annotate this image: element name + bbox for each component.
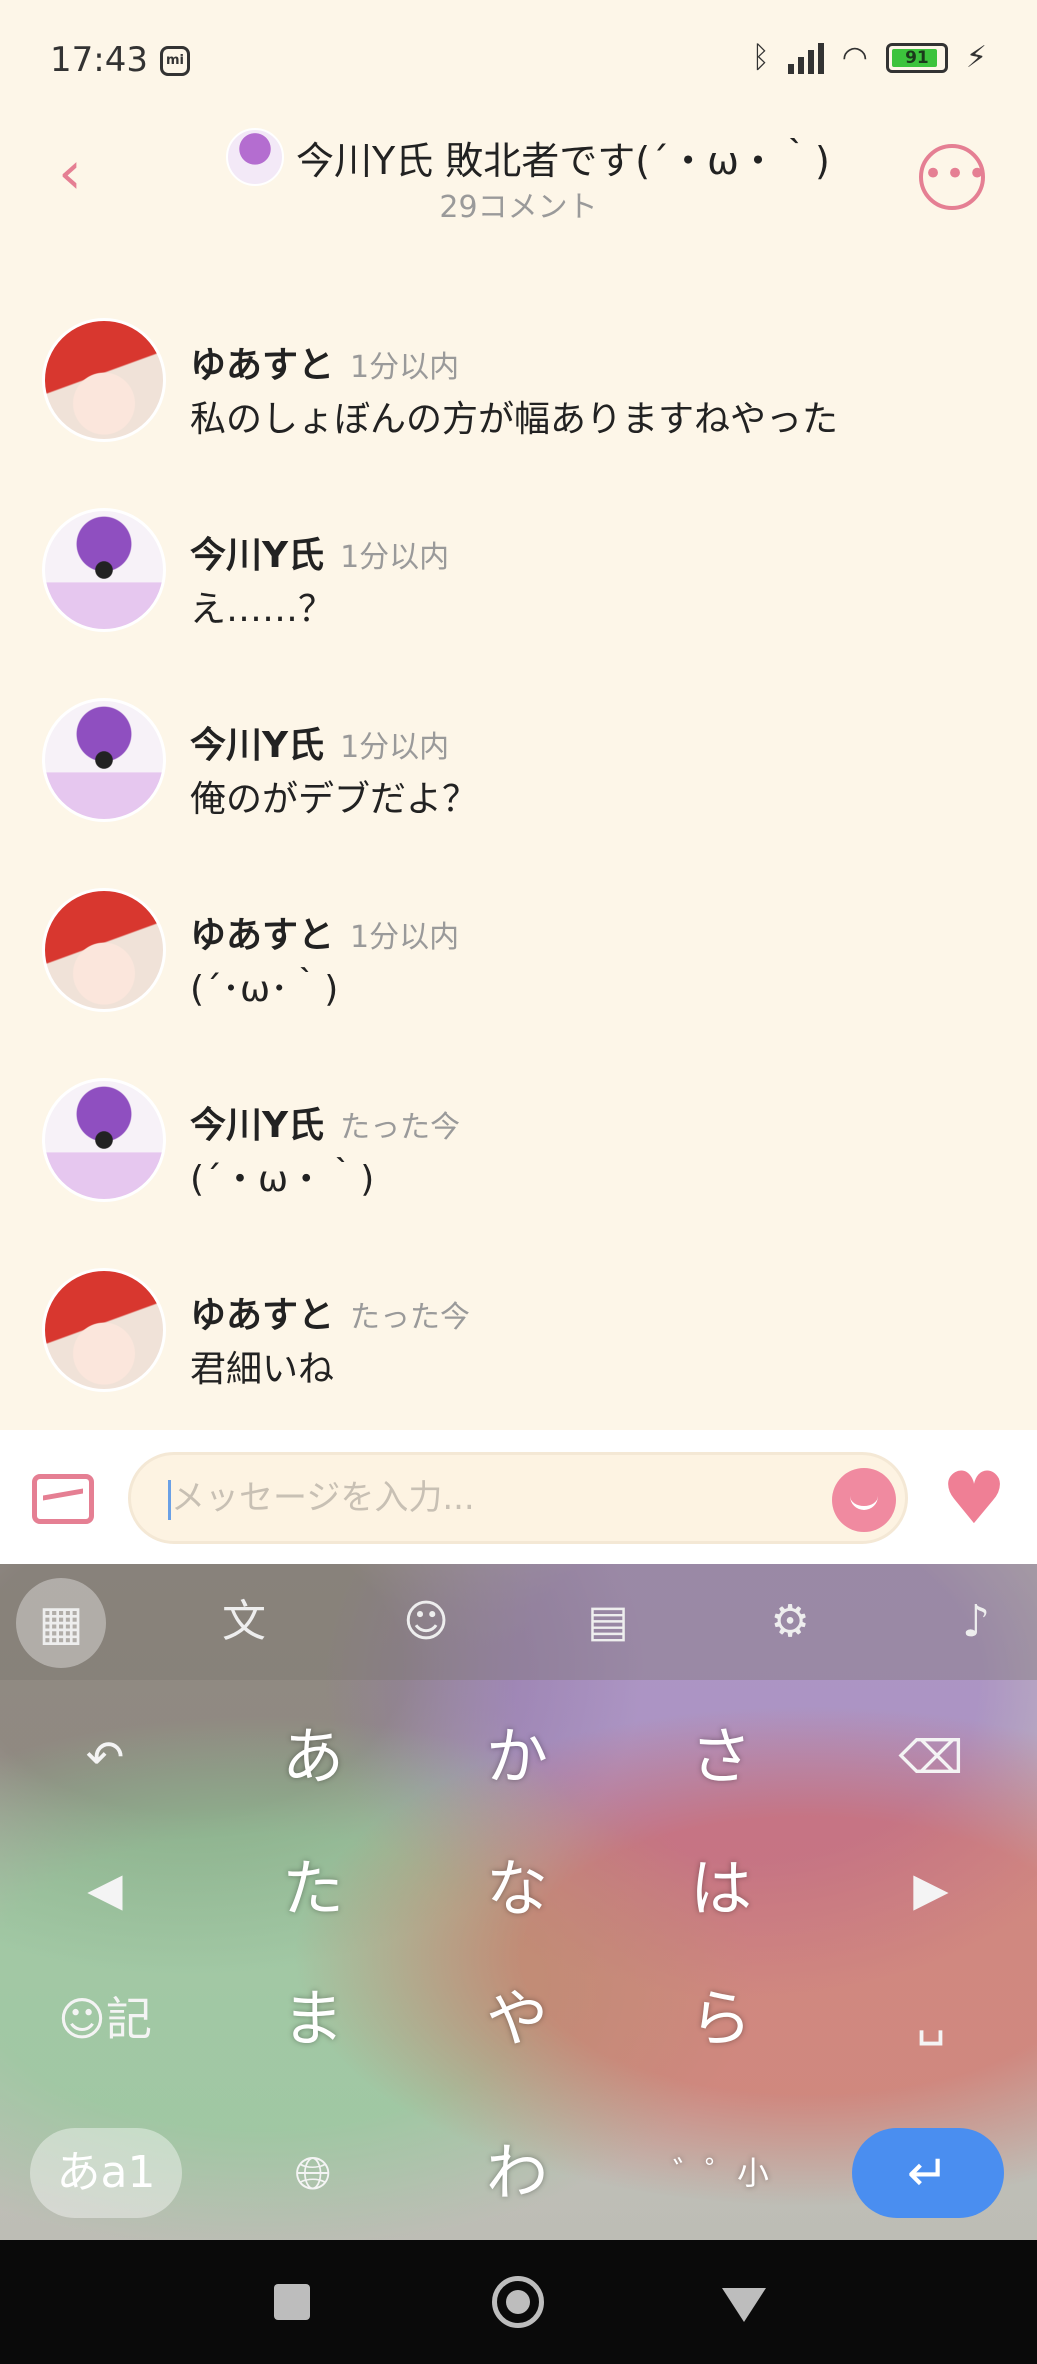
back-icon[interactable]: [722, 2288, 766, 2322]
enter-key[interactable]: ↵: [852, 2128, 1004, 2218]
key-wa[interactable]: わ: [442, 2118, 592, 2228]
home-icon[interactable]: [492, 2276, 544, 2328]
comment-author: ゆあすと 1分以内: [190, 345, 460, 386]
key-a[interactable]: あ: [238, 1702, 388, 1812]
status-bar: 17:43 mi ᛒ ◠ 91 ⚡: [0, 0, 1037, 120]
cursor-left-key[interactable]: ◀: [50, 1834, 160, 1944]
status-icons: ᛒ ◠ 91 ⚡: [752, 40, 987, 75]
key-ka[interactable]: か: [442, 1702, 592, 1812]
avatar[interactable]: [42, 1268, 166, 1392]
comment-time: 1分以内: [340, 540, 450, 575]
chat-header: ‹ 今川Y氏 敗北者です(´・ω・｀) 29コメント •••: [0, 120, 1037, 230]
key-ta[interactable]: た: [238, 1834, 388, 1944]
comment-time: 1分以内: [350, 920, 460, 955]
key-ma[interactable]: ま: [238, 1964, 388, 2074]
translate-icon[interactable]: 文: [214, 1592, 274, 1652]
comment-text: え……？: [190, 589, 335, 630]
grid-icon[interactable]: ▦: [16, 1578, 106, 1668]
delete-key[interactable]: ⌫: [876, 1702, 986, 1812]
battery-level: 91: [905, 47, 929, 68]
bluetooth-icon: ᛒ: [751, 40, 770, 75]
key-ra[interactable]: ら: [646, 1964, 796, 2074]
comment-text: 俺のがデブだよ？: [190, 779, 479, 820]
comment-time: 1分以内: [340, 730, 450, 765]
comment-author: 今川Y氏 1分以内: [190, 725, 450, 766]
avatar[interactable]: [42, 318, 166, 442]
comment-text: (´・ω・｀): [190, 1159, 375, 1200]
key-sa[interactable]: さ: [646, 1702, 796, 1812]
mi-icon: mi: [160, 46, 190, 76]
comment-author: ゆあすと たった今: [190, 1295, 471, 1336]
clipboard-icon[interactable]: ▤: [578, 1592, 638, 1652]
key-ha[interactable]: は: [646, 1834, 796, 1944]
recents-icon[interactable]: [274, 2284, 310, 2320]
list-item: ゆあすと たった今 君細いね: [0, 1260, 1037, 1450]
list-item: 今川Y氏 たった今 (´・ω・｀): [0, 1070, 1037, 1260]
comment-time: たった今: [350, 1300, 471, 1335]
emoji-key[interactable]: ☺記: [50, 1964, 160, 2074]
keyboard-toolbar: ▦ 文 ☺ ▤ ⚙ ♪: [0, 1564, 1037, 1680]
comment-text: (´･ω･｀): [190, 969, 339, 1010]
comment-author: 今川Y氏 1分以内: [190, 535, 450, 576]
mic-icon[interactable]: ♪: [946, 1592, 1006, 1652]
image-icon[interactable]: [32, 1474, 94, 1524]
signal-icon: [787, 42, 824, 74]
comment-text: 私のしょぼんの方が幅ありますねやった: [190, 399, 839, 440]
header-avatar[interactable]: [226, 128, 284, 186]
list-item: ゆあすと 1分以内 (´･ω･｀): [0, 880, 1037, 1070]
avatar[interactable]: [42, 508, 166, 632]
sticker-icon[interactable]: ☺: [396, 1592, 456, 1652]
key-punctuation[interactable]: ゛゜小: [646, 2118, 796, 2228]
comment-time: たった今: [340, 1110, 461, 1145]
space-key[interactable]: ␣: [876, 1964, 986, 2074]
avatar[interactable]: [42, 698, 166, 822]
text-caret: [168, 1480, 171, 1520]
settings-icon[interactable]: ⚙: [760, 1592, 820, 1652]
page-title: 今川Y氏 敗北者です(´・ω・｀): [296, 139, 830, 183]
globe-key[interactable]: 🌐︎: [258, 2118, 368, 2228]
more-options-button[interactable]: •••: [919, 144, 987, 210]
wifi-icon: ◠: [841, 40, 868, 75]
list-item: 今川Y氏 1分以内 え……？: [0, 500, 1037, 690]
charging-icon: ⚡: [965, 40, 987, 75]
cursor-right-key[interactable]: ▶: [876, 1834, 986, 1944]
kana-toggle-key[interactable]: あa1: [30, 2128, 182, 2218]
avatar[interactable]: [42, 888, 166, 1012]
undo-key[interactable]: ↶: [50, 1702, 160, 1812]
comment-list: ゆあすと 1分以内 私のしょぼんの方が幅ありますねやった 今川Y氏 1分以内 え………: [0, 310, 1037, 1450]
comment-author: 今川Y氏 たった今: [190, 1105, 461, 1146]
battery-icon: 91: [885, 42, 948, 73]
emoji-icon[interactable]: [832, 1468, 896, 1532]
status-time: 17:43: [50, 40, 148, 80]
comment-time: 1分以内: [350, 350, 460, 385]
system-nav-bar: [0, 2240, 1037, 2364]
heart-icon[interactable]: ♥: [936, 1460, 1012, 1536]
message-input[interactable]: [128, 1452, 908, 1544]
avatar[interactable]: [42, 1078, 166, 1202]
comment-author: ゆあすと 1分以内: [190, 915, 460, 956]
comment-count: 29コメント: [439, 190, 598, 225]
message-input-bar: ♥: [0, 1430, 1037, 1564]
comment-text: 君細いね: [190, 1349, 335, 1390]
list-item: 今川Y氏 1分以内 俺のがデブだよ？: [0, 690, 1037, 880]
key-na[interactable]: な: [442, 1834, 592, 1944]
keyboard: ▦ 文 ☺ ▤ ⚙ ♪ ↶ ◀ ☺記 あa1 あ か さ た な は ま や ら…: [0, 1564, 1037, 2240]
list-item: ゆあすと 1分以内 私のしょぼんの方が幅ありますねやった: [0, 310, 1037, 500]
key-ya[interactable]: や: [442, 1964, 592, 2074]
